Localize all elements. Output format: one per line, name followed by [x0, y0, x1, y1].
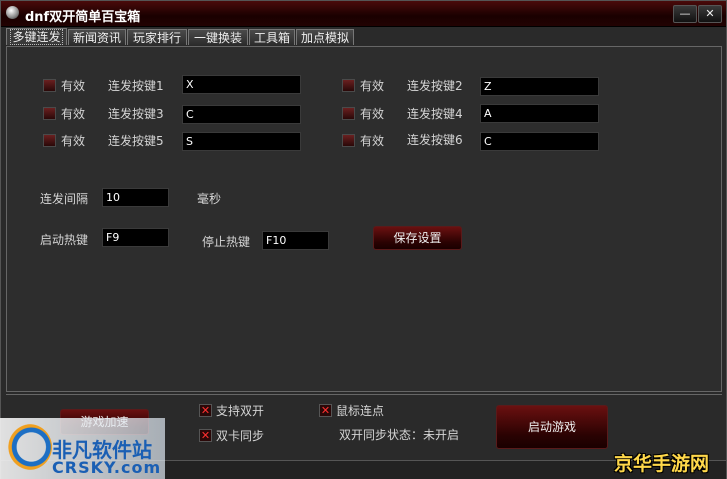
tab-multikey[interactable]: 多键连发: [6, 28, 67, 45]
key1-label: 连发按键1: [108, 79, 164, 93]
dual-card-sync-label: 双卡同步: [216, 429, 265, 443]
key3-enable-label: 有效: [61, 107, 86, 121]
stop-hotkey-label: 停止热键: [202, 235, 251, 249]
title-bar: dnf双开简单百宝箱 — ✕: [1, 1, 726, 27]
key4-enable-checkbox[interactable]: [342, 107, 355, 120]
interval-unit: 毫秒: [197, 192, 222, 206]
start-game-button[interactable]: 启动游戏: [496, 405, 608, 449]
save-settings-button[interactable]: 保存设置: [373, 226, 462, 250]
key1-enable-label: 有效: [61, 79, 86, 93]
multikey-panel: 有效 连发按键1 X 有效 连发按键2 Z 有效 连发按键3 C 有效 连发按键…: [6, 46, 722, 392]
minimize-button[interactable]: —: [673, 5, 697, 23]
key5-enable-checkbox[interactable]: [43, 134, 56, 147]
jinghua-watermark-text: 京华手游网: [614, 453, 710, 475]
crsky-watermark-sub: CRSKY.com: [52, 458, 162, 477]
app-icon: [6, 6, 19, 19]
key6-enable-checkbox[interactable]: [342, 134, 355, 147]
key3-input[interactable]: C: [182, 105, 301, 124]
close-button[interactable]: ✕: [698, 5, 722, 23]
key1-enable-checkbox[interactable]: [43, 79, 56, 92]
key6-input[interactable]: C: [480, 132, 599, 151]
interval-input[interactable]: 10: [102, 188, 169, 207]
sync-status-text: 双开同步状态：未开启: [339, 428, 460, 442]
stop-hotkey-input[interactable]: F10: [262, 231, 329, 250]
key6-enable-label: 有效: [360, 134, 385, 148]
key4-input[interactable]: A: [480, 104, 599, 123]
mouse-click-label: 鼠标连点: [336, 404, 385, 418]
tab-outfit[interactable]: 一键换装: [188, 29, 248, 45]
key2-label: 连发按键2: [407, 79, 463, 93]
key2-enable-label: 有效: [360, 79, 385, 93]
crsky-logo-icon: [6, 424, 52, 470]
key4-label: 连发按键4: [407, 107, 463, 121]
tab-stat-sim[interactable]: 加点模拟: [296, 29, 354, 45]
mouse-click-checkbox[interactable]: ✕: [319, 404, 332, 417]
key1-input[interactable]: X: [182, 75, 301, 94]
key4-enable-label: 有效: [360, 107, 385, 121]
key2-input[interactable]: Z: [480, 77, 599, 96]
app-window: dnf双开简单百宝箱 — ✕ 多键连发 新闻资讯 玩家排行 一键换装 工具箱 加…: [0, 0, 727, 479]
key5-enable-label: 有效: [61, 134, 86, 148]
start-hotkey-input[interactable]: F9: [102, 228, 169, 247]
start-hotkey-label: 启动热键: [40, 233, 89, 247]
dual-card-sync-checkbox[interactable]: ✕: [199, 429, 212, 442]
key5-input[interactable]: S: [182, 132, 301, 151]
tab-toolbox[interactable]: 工具箱: [249, 29, 295, 45]
tab-news[interactable]: 新闻资讯: [68, 29, 126, 45]
key3-label: 连发按键3: [108, 107, 164, 121]
dual-open-checkbox[interactable]: ✕: [199, 404, 212, 417]
key2-enable-checkbox[interactable]: [342, 79, 355, 92]
dual-open-label: 支持双开: [216, 404, 265, 418]
interval-label: 连发间隔: [40, 192, 89, 206]
key5-label: 连发按键5: [108, 134, 164, 148]
tab-ranking[interactable]: 玩家排行: [127, 29, 187, 45]
window-title: dnf双开简单百宝箱: [25, 10, 141, 25]
key3-enable-checkbox[interactable]: [43, 107, 56, 120]
tab-label: 多键连发: [10, 29, 63, 45]
key6-label: 连发按键6: [407, 133, 463, 147]
